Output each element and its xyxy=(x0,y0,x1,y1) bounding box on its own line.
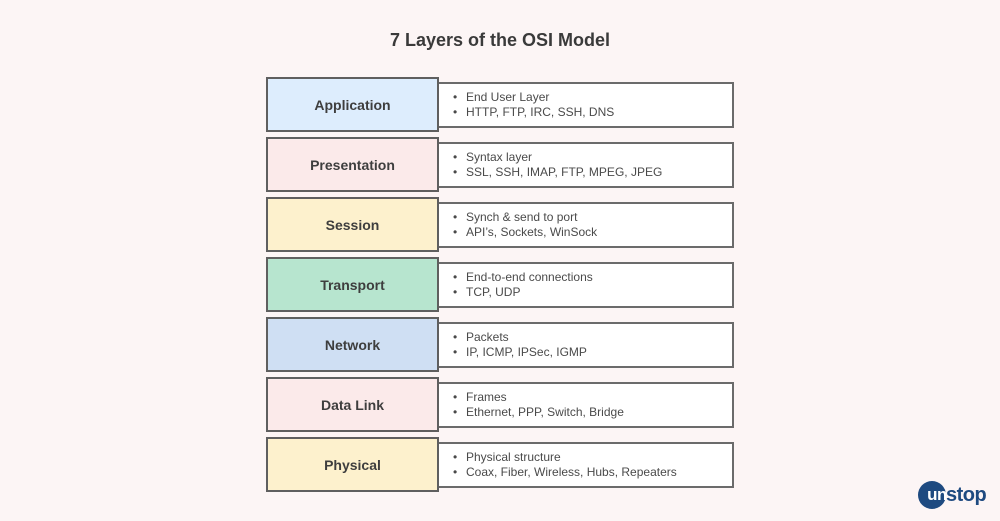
layer-name: Transport xyxy=(266,257,439,312)
layer-description: Physical structureCoax, Fiber, Wireless,… xyxy=(437,442,734,488)
layer-name: Physical xyxy=(266,437,439,492)
layer-description: End User LayerHTTP, FTP, IRC, SSH, DNS xyxy=(437,82,734,128)
layer-row-network: Network PacketsIP, ICMP, IPSec, IGMP xyxy=(266,317,736,372)
layer-point: TCP, UDP xyxy=(451,285,732,300)
diagram-title: 7 Layers of the OSI Model xyxy=(389,30,611,50)
layer-point: Frames xyxy=(451,390,732,405)
layer-row-session: Session Synch & send to portAPI’s, Socke… xyxy=(266,197,736,252)
layer-description: End-to-end connectionsTCP, UDP xyxy=(437,262,734,308)
layer-point: SSL, SSH, IMAP, FTP, MPEG, JPEG xyxy=(451,165,732,180)
unstop-logo: un stop xyxy=(918,481,987,509)
layer-point: Ethernet, PPP, Switch, Bridge xyxy=(451,405,732,420)
layer-point: End-to-end connections xyxy=(451,270,732,285)
logo-prefix: un xyxy=(927,485,947,504)
osi-layers: Application End User LayerHTTP, FTP, IRC… xyxy=(266,77,736,497)
layer-row-transport: Transport End-to-end connectionsTCP, UDP xyxy=(266,257,736,312)
layer-name: Application xyxy=(266,77,439,132)
layer-point: HTTP, FTP, IRC, SSH, DNS xyxy=(451,105,732,120)
layer-row-application: Application End User LayerHTTP, FTP, IRC… xyxy=(266,77,736,132)
layer-point: API’s, Sockets, WinSock xyxy=(451,225,732,240)
layer-row-data-link: Data Link FramesEthernet, PPP, Switch, B… xyxy=(266,377,736,432)
layer-name: Session xyxy=(266,197,439,252)
layer-description: PacketsIP, ICMP, IPSec, IGMP xyxy=(437,322,734,368)
layer-point: Synch & send to port xyxy=(451,210,732,225)
layer-row-physical: Physical Physical structureCoax, Fiber, … xyxy=(266,437,736,492)
layer-name: Presentation xyxy=(266,137,439,192)
layer-point: Physical structure xyxy=(451,450,732,465)
logo-suffix: stop xyxy=(946,483,987,506)
layer-description: FramesEthernet, PPP, Switch, Bridge xyxy=(437,382,734,428)
layer-point: End User Layer xyxy=(451,90,732,105)
layer-row-presentation: Presentation Syntax layerSSL, SSH, IMAP,… xyxy=(266,137,736,192)
layer-description: Synch & send to portAPI’s, Sockets, WinS… xyxy=(437,202,734,248)
layer-point: Coax, Fiber, Wireless, Hubs, Repeaters xyxy=(451,465,732,480)
logo-badge: un xyxy=(918,481,947,509)
layer-description: Syntax layerSSL, SSH, IMAP, FTP, MPEG, J… xyxy=(437,142,734,188)
layer-point: IP, ICMP, IPSec, IGMP xyxy=(451,345,732,360)
layer-name: Network xyxy=(266,317,439,372)
layer-point: Packets xyxy=(451,330,732,345)
layer-point: Syntax layer xyxy=(451,150,732,165)
layer-name: Data Link xyxy=(266,377,439,432)
